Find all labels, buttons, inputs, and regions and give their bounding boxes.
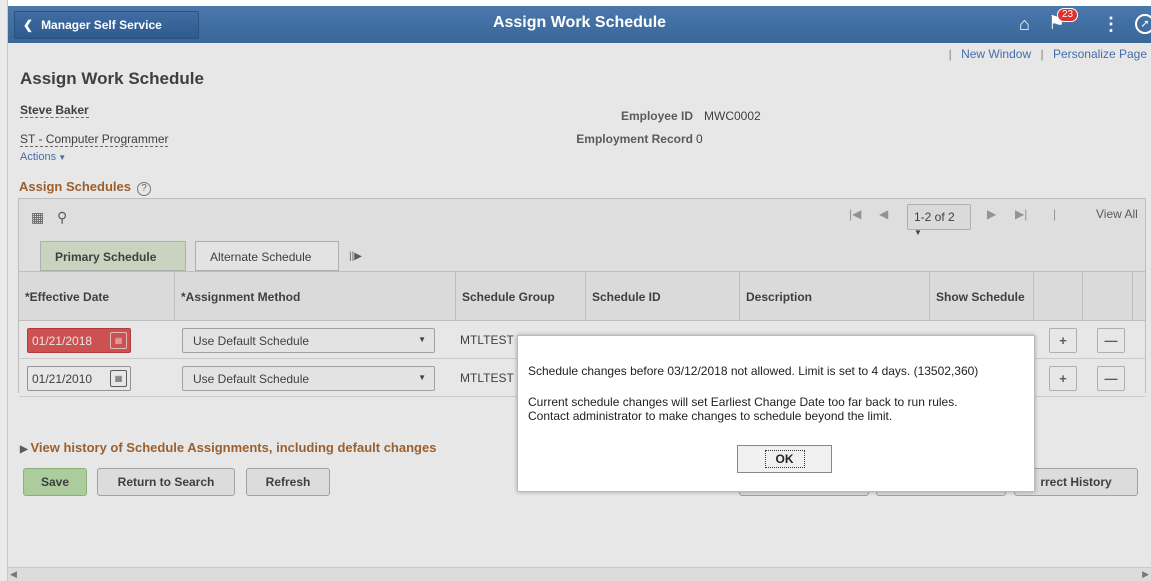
ok-button[interactable]: OK xyxy=(737,445,832,473)
more-options-icon[interactable]: ⋮ xyxy=(1102,14,1120,35)
error-message: Schedule changes before 03/12/2018 not a… xyxy=(528,364,979,378)
navbar-compass-icon[interactable]: ➚ xyxy=(1135,14,1151,34)
left-edge xyxy=(0,0,8,581)
error-dialog: Schedule changes before 03/12/2018 not a… xyxy=(517,335,1035,492)
banner-title: Assign Work Schedule xyxy=(492,14,667,31)
top-banner: ❮ Manager Self Service Assign Work Sched… xyxy=(8,6,1151,43)
scroll-right-icon[interactable]: ▶ xyxy=(1142,569,1149,580)
error-detail: Current schedule changes will set Earlie… xyxy=(528,395,958,409)
horizontal-scrollbar[interactable]: ◀ ▶ xyxy=(8,567,1151,581)
notification-badge: 23 xyxy=(1057,8,1079,22)
scroll-left-icon[interactable]: ◀ xyxy=(10,569,17,580)
home-icon[interactable]: ⌂ xyxy=(1019,14,1030,35)
error-detail: Contact administrator to make changes to… xyxy=(528,409,893,423)
